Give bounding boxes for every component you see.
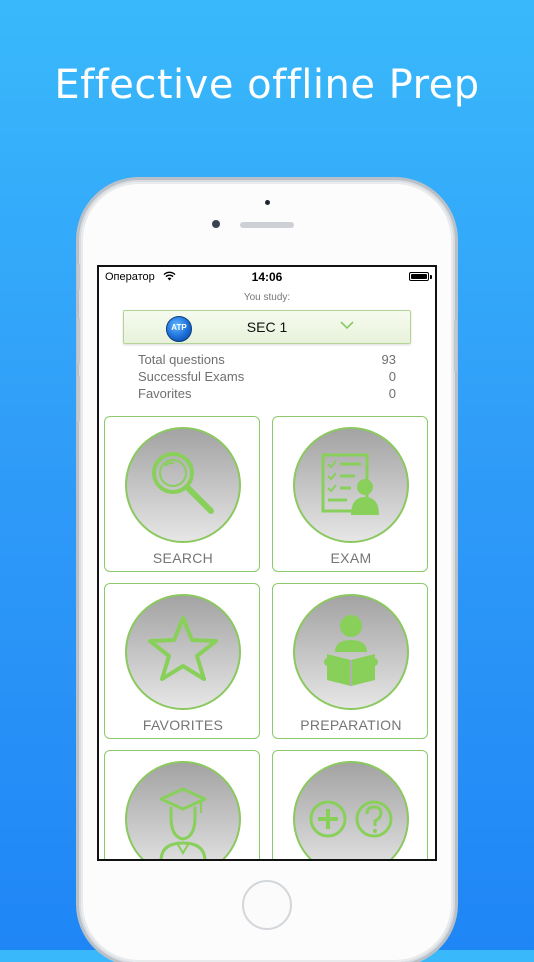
exam-checklist-icon bbox=[321, 453, 379, 515]
plus-question-icon bbox=[309, 800, 393, 838]
exam-label: EXAM bbox=[330, 550, 372, 566]
battery-tip bbox=[430, 275, 432, 279]
stat-label: Total questions bbox=[138, 352, 225, 367]
favorites-circle bbox=[125, 594, 241, 710]
graduate-tile[interactable] bbox=[104, 750, 260, 859]
volume-down-button bbox=[77, 376, 80, 422]
app-screen: Оператор 14:06 You study: ATP SEC 1 Tota… bbox=[97, 265, 437, 861]
exam-circle bbox=[293, 427, 409, 543]
stats-panel: Total questions 93 Successful Exams 0 Fa… bbox=[138, 351, 396, 402]
status-time: 14:06 bbox=[251, 270, 283, 284]
exam-tile[interactable]: EXAM bbox=[272, 416, 428, 572]
stat-value: 0 bbox=[388, 386, 396, 401]
stat-label: Favorites bbox=[138, 386, 192, 401]
headline: Effective offline Prep bbox=[54, 62, 480, 108]
status-bar: Оператор 14:06 bbox=[99, 267, 435, 287]
power-button bbox=[454, 320, 457, 372]
reading-person-icon bbox=[324, 615, 378, 686]
stat-value: 93 bbox=[381, 352, 396, 367]
search-circle bbox=[125, 427, 241, 543]
subject-selector[interactable]: ATP SEC 1 bbox=[123, 310, 411, 344]
add-question-circle bbox=[293, 761, 409, 859]
proximity-sensor bbox=[265, 200, 270, 205]
selected-subject: SEC 1 bbox=[246, 319, 288, 335]
stat-value: 0 bbox=[388, 369, 396, 384]
star-icon bbox=[148, 616, 218, 681]
stat-favorites: Favorites 0 bbox=[138, 385, 396, 402]
favorites-label: FAVORITES bbox=[142, 717, 224, 733]
volume-up-button bbox=[77, 318, 80, 364]
magnifier-icon bbox=[152, 452, 214, 514]
mute-switch bbox=[77, 264, 80, 290]
stat-label: Successful Exams bbox=[138, 369, 245, 384]
chevron-down-icon bbox=[340, 321, 354, 330]
preparation-label: PREPARATION bbox=[300, 717, 402, 733]
preparation-circle bbox=[293, 594, 409, 710]
search-label: SEARCH bbox=[152, 550, 214, 566]
preparation-tile[interactable]: PREPARATION bbox=[272, 583, 428, 739]
earpiece-speaker bbox=[240, 222, 294, 228]
search-tile[interactable]: SEARCH bbox=[104, 416, 260, 572]
stat-total-questions: Total questions 93 bbox=[138, 351, 396, 368]
graduate-circle bbox=[125, 761, 241, 859]
front-camera bbox=[212, 220, 220, 228]
home-button[interactable] bbox=[242, 880, 292, 930]
graduate-icon bbox=[159, 787, 207, 859]
add-question-tile[interactable] bbox=[272, 750, 428, 859]
study-label: You study: bbox=[243, 292, 291, 303]
favorites-tile[interactable]: FAVORITES bbox=[104, 583, 260, 739]
stat-successful-exams: Successful Exams 0 bbox=[138, 368, 396, 385]
battery-icon bbox=[409, 272, 429, 281]
phone-frame: Оператор 14:06 You study: ATP SEC 1 Tota… bbox=[77, 182, 457, 962]
